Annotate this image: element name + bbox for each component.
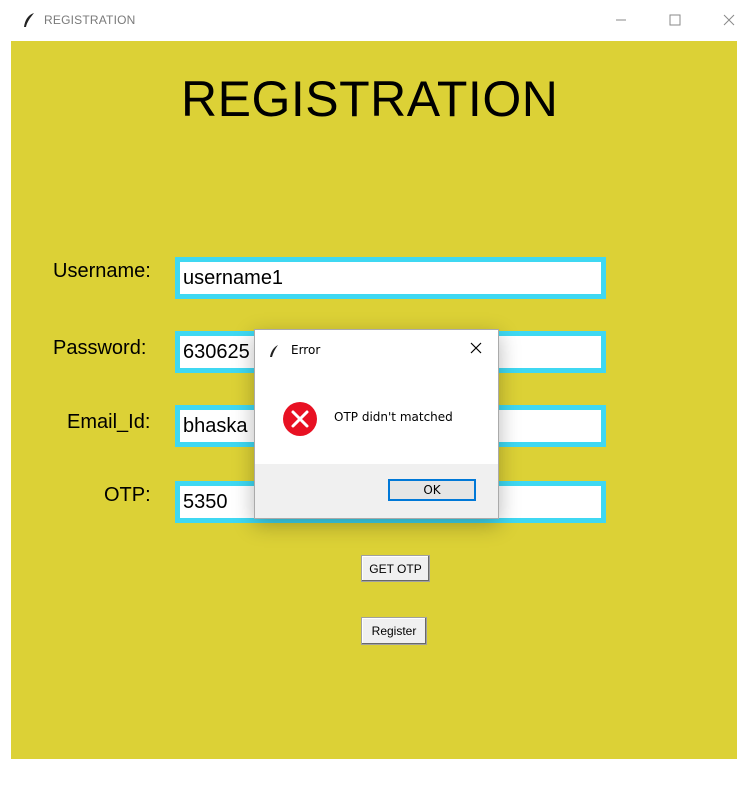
maximize-icon (669, 14, 681, 26)
username-label: Username: (53, 260, 151, 282)
window-titlebar[interactable]: REGISTRATION (0, 0, 748, 41)
register-button[interactable]: Register (361, 617, 427, 645)
feather-icon (22, 12, 36, 28)
window-title: REGISTRATION (44, 13, 136, 27)
otp-label: OTP: (104, 484, 151, 506)
error-dialog: Error OTP didn't matched OK (254, 329, 499, 519)
password-label: Password: (53, 337, 147, 359)
error-icon (281, 400, 319, 438)
get-otp-button[interactable]: GET OTP (361, 555, 430, 582)
minimize-button[interactable] (606, 8, 636, 32)
dialog-footer: OK (255, 464, 498, 518)
email-label: Email_Id: (67, 411, 151, 433)
close-icon (723, 14, 735, 26)
ok-button[interactable]: OK (388, 479, 476, 501)
close-icon (470, 342, 482, 354)
dialog-title: Error (291, 343, 321, 357)
feather-icon (269, 343, 279, 357)
page-title: REGISTRATION (181, 71, 559, 127)
dialog-message: OTP didn't matched (334, 410, 453, 424)
minimize-icon (616, 19, 626, 21)
maximize-button[interactable] (660, 8, 690, 32)
close-button[interactable] (714, 8, 744, 32)
username-field[interactable] (175, 257, 606, 299)
dialog-close-button[interactable] (464, 336, 488, 360)
